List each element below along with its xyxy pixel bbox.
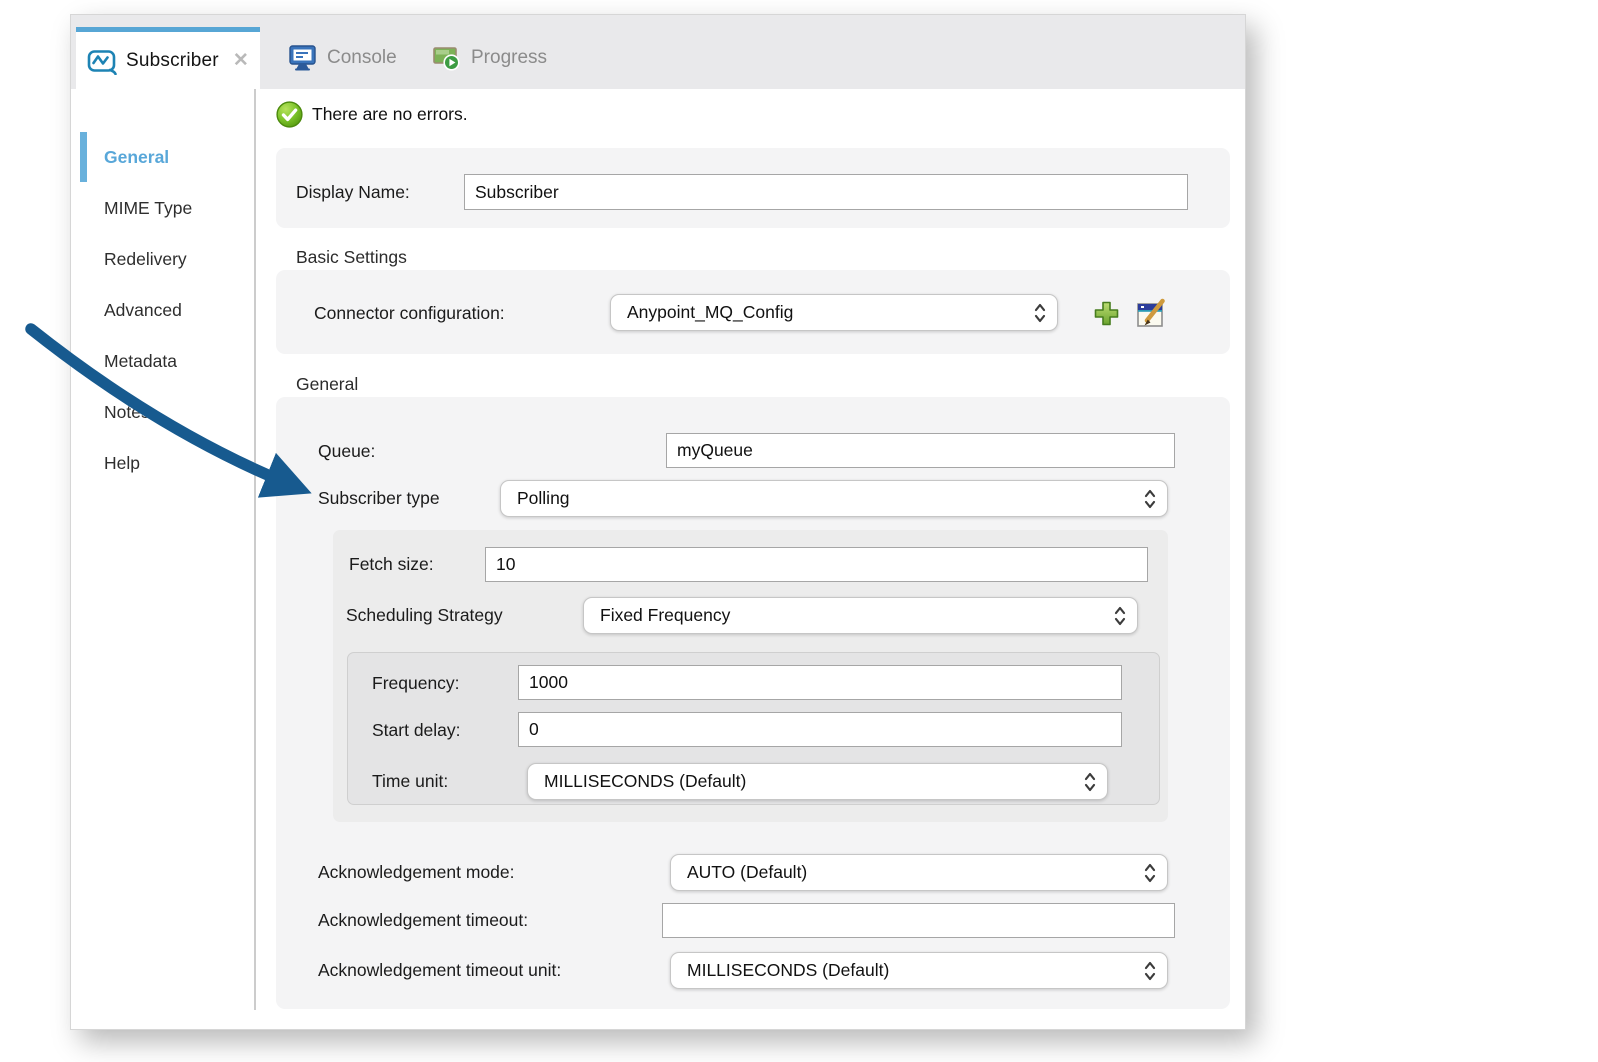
- sidebar-item-mime-type[interactable]: MIME Type: [104, 196, 192, 220]
- scheduling-strategy-value: Fixed Frequency: [600, 605, 1113, 626]
- connector-configuration-value: Anypoint_MQ_Config: [627, 302, 1033, 323]
- acknowledgement-mode-label: Acknowledgement mode:: [318, 860, 515, 884]
- subscriber-type-select[interactable]: Polling: [500, 480, 1168, 517]
- scheduling-strategy-select[interactable]: Fixed Frequency: [583, 597, 1138, 634]
- sidebar-item-advanced[interactable]: Advanced: [104, 298, 182, 322]
- queue-input[interactable]: [666, 433, 1175, 468]
- connector-configuration-label: Connector configuration:: [314, 301, 505, 325]
- tab-progress-label: Progress: [471, 47, 547, 69]
- time-unit-label: Time unit:: [372, 769, 448, 793]
- acknowledgement-mode-value: AUTO (Default): [687, 862, 1143, 883]
- sidebar-active-indicator: [80, 132, 87, 182]
- basic-settings-heading: Basic Settings: [296, 247, 407, 268]
- sidebar-item-notes[interactable]: Notes: [104, 400, 150, 424]
- start-delay-label: Start delay:: [372, 718, 461, 742]
- sidebar-item-metadata[interactable]: Metadata: [104, 349, 177, 373]
- add-config-icon[interactable]: [1092, 299, 1121, 328]
- time-unit-select[interactable]: MILLISECONDS (Default): [527, 763, 1108, 800]
- success-check-icon: [276, 101, 303, 128]
- acknowledgement-timeout-unit-select[interactable]: MILLISECONDS (Default): [670, 952, 1168, 989]
- status-message: There are no errors.: [312, 104, 468, 125]
- queue-label: Queue:: [318, 439, 375, 463]
- sidebar-divider: [254, 89, 256, 1010]
- fetch-size-input[interactable]: [485, 547, 1148, 582]
- fetch-size-label: Fetch size:: [349, 552, 434, 576]
- acknowledgement-mode-select[interactable]: AUTO (Default): [670, 854, 1168, 891]
- frequency-input[interactable]: [518, 665, 1122, 700]
- time-unit-value: MILLISECONDS (Default): [544, 771, 1083, 792]
- progress-icon: [432, 44, 462, 72]
- chevron-up-down-icon: [1033, 301, 1047, 325]
- tab-subscriber-label: Subscriber: [126, 50, 219, 72]
- scheduling-strategy-label: Scheduling Strategy: [346, 603, 503, 627]
- display-name-input[interactable]: [464, 174, 1188, 210]
- console-icon: [288, 44, 318, 72]
- tab-console-label: Console: [327, 47, 397, 69]
- subscriber-wave-icon: [86, 47, 118, 75]
- subscriber-type-value: Polling: [517, 488, 1143, 509]
- start-delay-input[interactable]: [518, 712, 1122, 747]
- chevron-up-down-icon: [1083, 770, 1097, 794]
- subscriber-type-label: Subscriber type: [318, 486, 440, 510]
- chevron-up-down-icon: [1143, 861, 1157, 885]
- tab-subscriber[interactable]: Subscriber ✕: [76, 27, 260, 89]
- sidebar-item-help[interactable]: Help: [104, 451, 140, 475]
- acknowledgement-timeout-unit-value: MILLISECONDS (Default): [687, 960, 1143, 981]
- sidebar-item-general[interactable]: General: [104, 145, 169, 169]
- edit-config-icon[interactable]: [1134, 297, 1167, 330]
- chevron-up-down-icon: [1143, 959, 1157, 983]
- connector-configuration-select[interactable]: Anypoint_MQ_Config: [610, 294, 1058, 331]
- frequency-label: Frequency:: [372, 671, 460, 695]
- tab-console[interactable]: Console: [288, 27, 397, 89]
- chevron-up-down-icon: [1113, 604, 1127, 628]
- sidebar-item-redelivery[interactable]: Redelivery: [104, 247, 187, 271]
- acknowledgement-timeout-label: Acknowledgement timeout:: [318, 908, 528, 932]
- acknowledgement-timeout-input[interactable]: [662, 903, 1175, 938]
- chevron-up-down-icon: [1143, 487, 1157, 511]
- acknowledgement-timeout-unit-label: Acknowledgement timeout unit:: [318, 958, 561, 982]
- close-icon[interactable]: ✕: [233, 49, 249, 72]
- screenshot-page: Subscriber ✕ Console Progress: [0, 0, 1598, 1062]
- general-heading: General: [296, 374, 358, 395]
- tab-progress[interactable]: Progress: [432, 27, 547, 89]
- display-name-label: Display Name:: [296, 180, 410, 204]
